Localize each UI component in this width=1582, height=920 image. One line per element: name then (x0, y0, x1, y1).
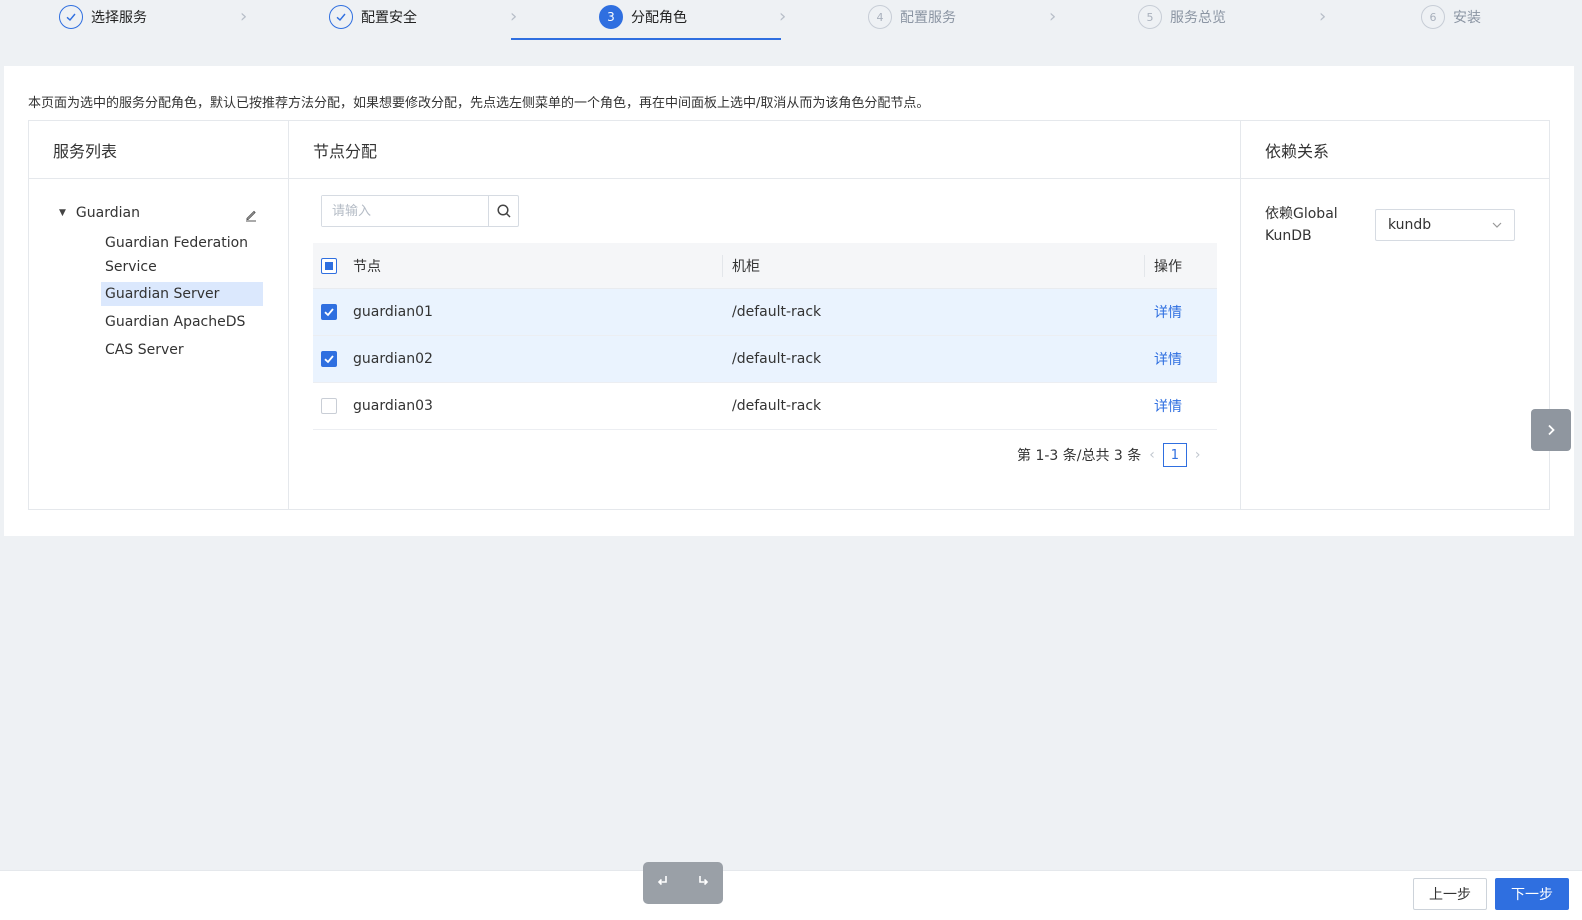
tree-item-label: Guardian Server (105, 286, 220, 302)
step-assign-roles[interactable]: 3 分配角色 (599, 4, 687, 30)
rack-name: /default-rack (732, 304, 822, 320)
previous-step-button[interactable]: 上一步 (1413, 878, 1487, 910)
step-label: 配置安全 (361, 10, 417, 26)
service-list-panel: 服务列表 ▼ Guardian Guardian Federation Serv… (29, 121, 288, 509)
chevron-right-icon: › (1319, 6, 1327, 27)
details-link[interactable]: 详情 (1154, 302, 1182, 322)
details-link[interactable]: 详情 (1154, 349, 1182, 369)
step-configure-services[interactable]: 4 配置服务 (868, 4, 956, 30)
select-all-checkbox[interactable] (321, 257, 337, 274)
tree-item-cas-server[interactable]: CAS Server (101, 338, 263, 362)
stepper: 选择服务 › 配置安全 › 3 分配角色 › 4 配置服务 › 5 服务总览 ›… (0, 0, 1582, 40)
rack-name: /default-rack (732, 351, 822, 367)
step-number: 3 (599, 5, 623, 29)
tree-item-guardian-apacheds[interactable]: Guardian ApacheDS (101, 310, 263, 334)
chevron-down-icon (1492, 222, 1502, 228)
check-icon (59, 5, 83, 29)
search-button[interactable] (488, 196, 518, 226)
tree-item-label: Guardian Federation (105, 235, 249, 251)
step-label: 分配角色 (631, 10, 687, 26)
tree-item-label-line2: Service (105, 259, 157, 275)
search-box (321, 195, 519, 227)
search-icon (496, 204, 511, 218)
row-checkbox[interactable] (321, 304, 337, 320)
chevron-right-icon: › (1049, 6, 1057, 27)
column-divider (722, 255, 723, 277)
row-checkbox[interactable] (321, 398, 337, 414)
step-number: 4 (868, 5, 892, 29)
tree-root-label: Guardian (75, 205, 140, 221)
tree-item-guardian-federation-service[interactable]: Guardian Federation Service (101, 231, 263, 279)
step-label: 安装 (1453, 10, 1481, 26)
column-header-node: 节点 (353, 258, 381, 275)
column-header-rack: 机柜 (732, 258, 760, 275)
chevron-right-icon: › (510, 6, 518, 27)
pagination: 第 1-3 条/总共 3 条 ‹ 1 › (1017, 443, 1209, 467)
chevron-right-icon: › (240, 6, 248, 27)
panels: 服务列表 ▼ Guardian Guardian Federation Serv… (28, 120, 1550, 510)
column-divider (1144, 255, 1145, 277)
dependency-select[interactable]: kundb (1375, 209, 1515, 241)
step-select-services[interactable]: 选择服务 (59, 4, 147, 30)
tree-item-label: CAS Server (105, 342, 184, 358)
tree-root-guardian[interactable]: ▼ Guardian (59, 205, 140, 221)
check-icon (324, 355, 334, 364)
edit-icon[interactable] (243, 207, 259, 223)
prev-page-icon[interactable]: ‹ (1149, 447, 1155, 463)
step-number: 5 (1138, 5, 1162, 29)
node-name: guardian03 (353, 398, 433, 414)
page-button-1[interactable]: 1 (1162, 443, 1187, 467)
next-page-icon[interactable]: › (1195, 447, 1201, 463)
side-panel-toggle[interactable] (1531, 409, 1571, 451)
dependency-label-line2: KunDB (1265, 228, 1312, 244)
column-header-action: 操作 (1154, 258, 1182, 275)
step-configure-security[interactable]: 配置安全 (329, 4, 417, 30)
table-row[interactable]: guardian03 /default-rack 详情 (313, 383, 1217, 430)
rack-name: /default-rack (732, 398, 822, 414)
undo-redo-toolbar (643, 862, 723, 904)
step-number: 6 (1421, 5, 1445, 29)
tree-item-label: Guardian ApacheDS (105, 314, 246, 330)
dependency-select-value: kundb (1388, 217, 1432, 233)
pagination-summary: 第 1-3 条/总共 3 条 (1017, 448, 1142, 464)
table-header: 节点 机柜 操作 (313, 243, 1217, 289)
table-row[interactable]: guardian01 /default-rack 详情 (313, 289, 1217, 336)
node-name: guardian02 (353, 351, 433, 367)
redo-icon[interactable] (695, 873, 711, 893)
next-step-button[interactable]: 下一步 (1495, 878, 1569, 910)
node-table: 节点 机柜 操作 guardian01 /default-rack 详情 gua… (313, 243, 1217, 430)
step-label: 服务总览 (1170, 10, 1226, 26)
dependency-label-line1: 依赖Global (1265, 206, 1338, 222)
row-checkbox[interactable] (321, 351, 337, 367)
check-icon (329, 5, 353, 29)
tree-item-guardian-server[interactable]: Guardian Server (101, 282, 263, 306)
main-card: 本页面为选中的服务分配角色，默认已按推荐方法分配，如果想要修改分配，先点选左侧菜… (4, 66, 1574, 536)
step-label: 选择服务 (91, 10, 147, 26)
search-input[interactable] (322, 196, 488, 226)
chevron-right-icon (1548, 424, 1555, 436)
dependency-title: 依赖关系 (1241, 121, 1549, 179)
step-service-overview[interactable]: 5 服务总览 (1138, 4, 1226, 30)
check-icon (324, 308, 334, 317)
active-step-underline (511, 38, 781, 40)
chevron-right-icon: › (779, 6, 787, 27)
footer-bar (0, 870, 1582, 920)
step-install[interactable]: 6 安装 (1421, 4, 1481, 30)
node-assign-panel: 节点分配 节点 机柜 操作 (288, 121, 1240, 509)
dependency-panel: 依赖关系 依赖Global KunDB kundb (1240, 121, 1549, 509)
page-description: 本页面为选中的服务分配角色，默认已按推荐方法分配，如果想要修改分配，先点选左侧菜… (28, 96, 930, 111)
table-row[interactable]: guardian02 /default-rack 详情 (313, 336, 1217, 383)
service-list-title: 服务列表 (29, 121, 288, 179)
node-assign-title: 节点分配 (289, 121, 1240, 179)
details-link[interactable]: 详情 (1154, 396, 1182, 416)
caret-down-icon[interactable]: ▼ (59, 208, 66, 218)
step-label: 配置服务 (900, 10, 956, 26)
node-name: guardian01 (353, 304, 433, 320)
undo-icon[interactable] (655, 873, 671, 893)
dependency-label: 依赖Global KunDB (1265, 203, 1355, 247)
